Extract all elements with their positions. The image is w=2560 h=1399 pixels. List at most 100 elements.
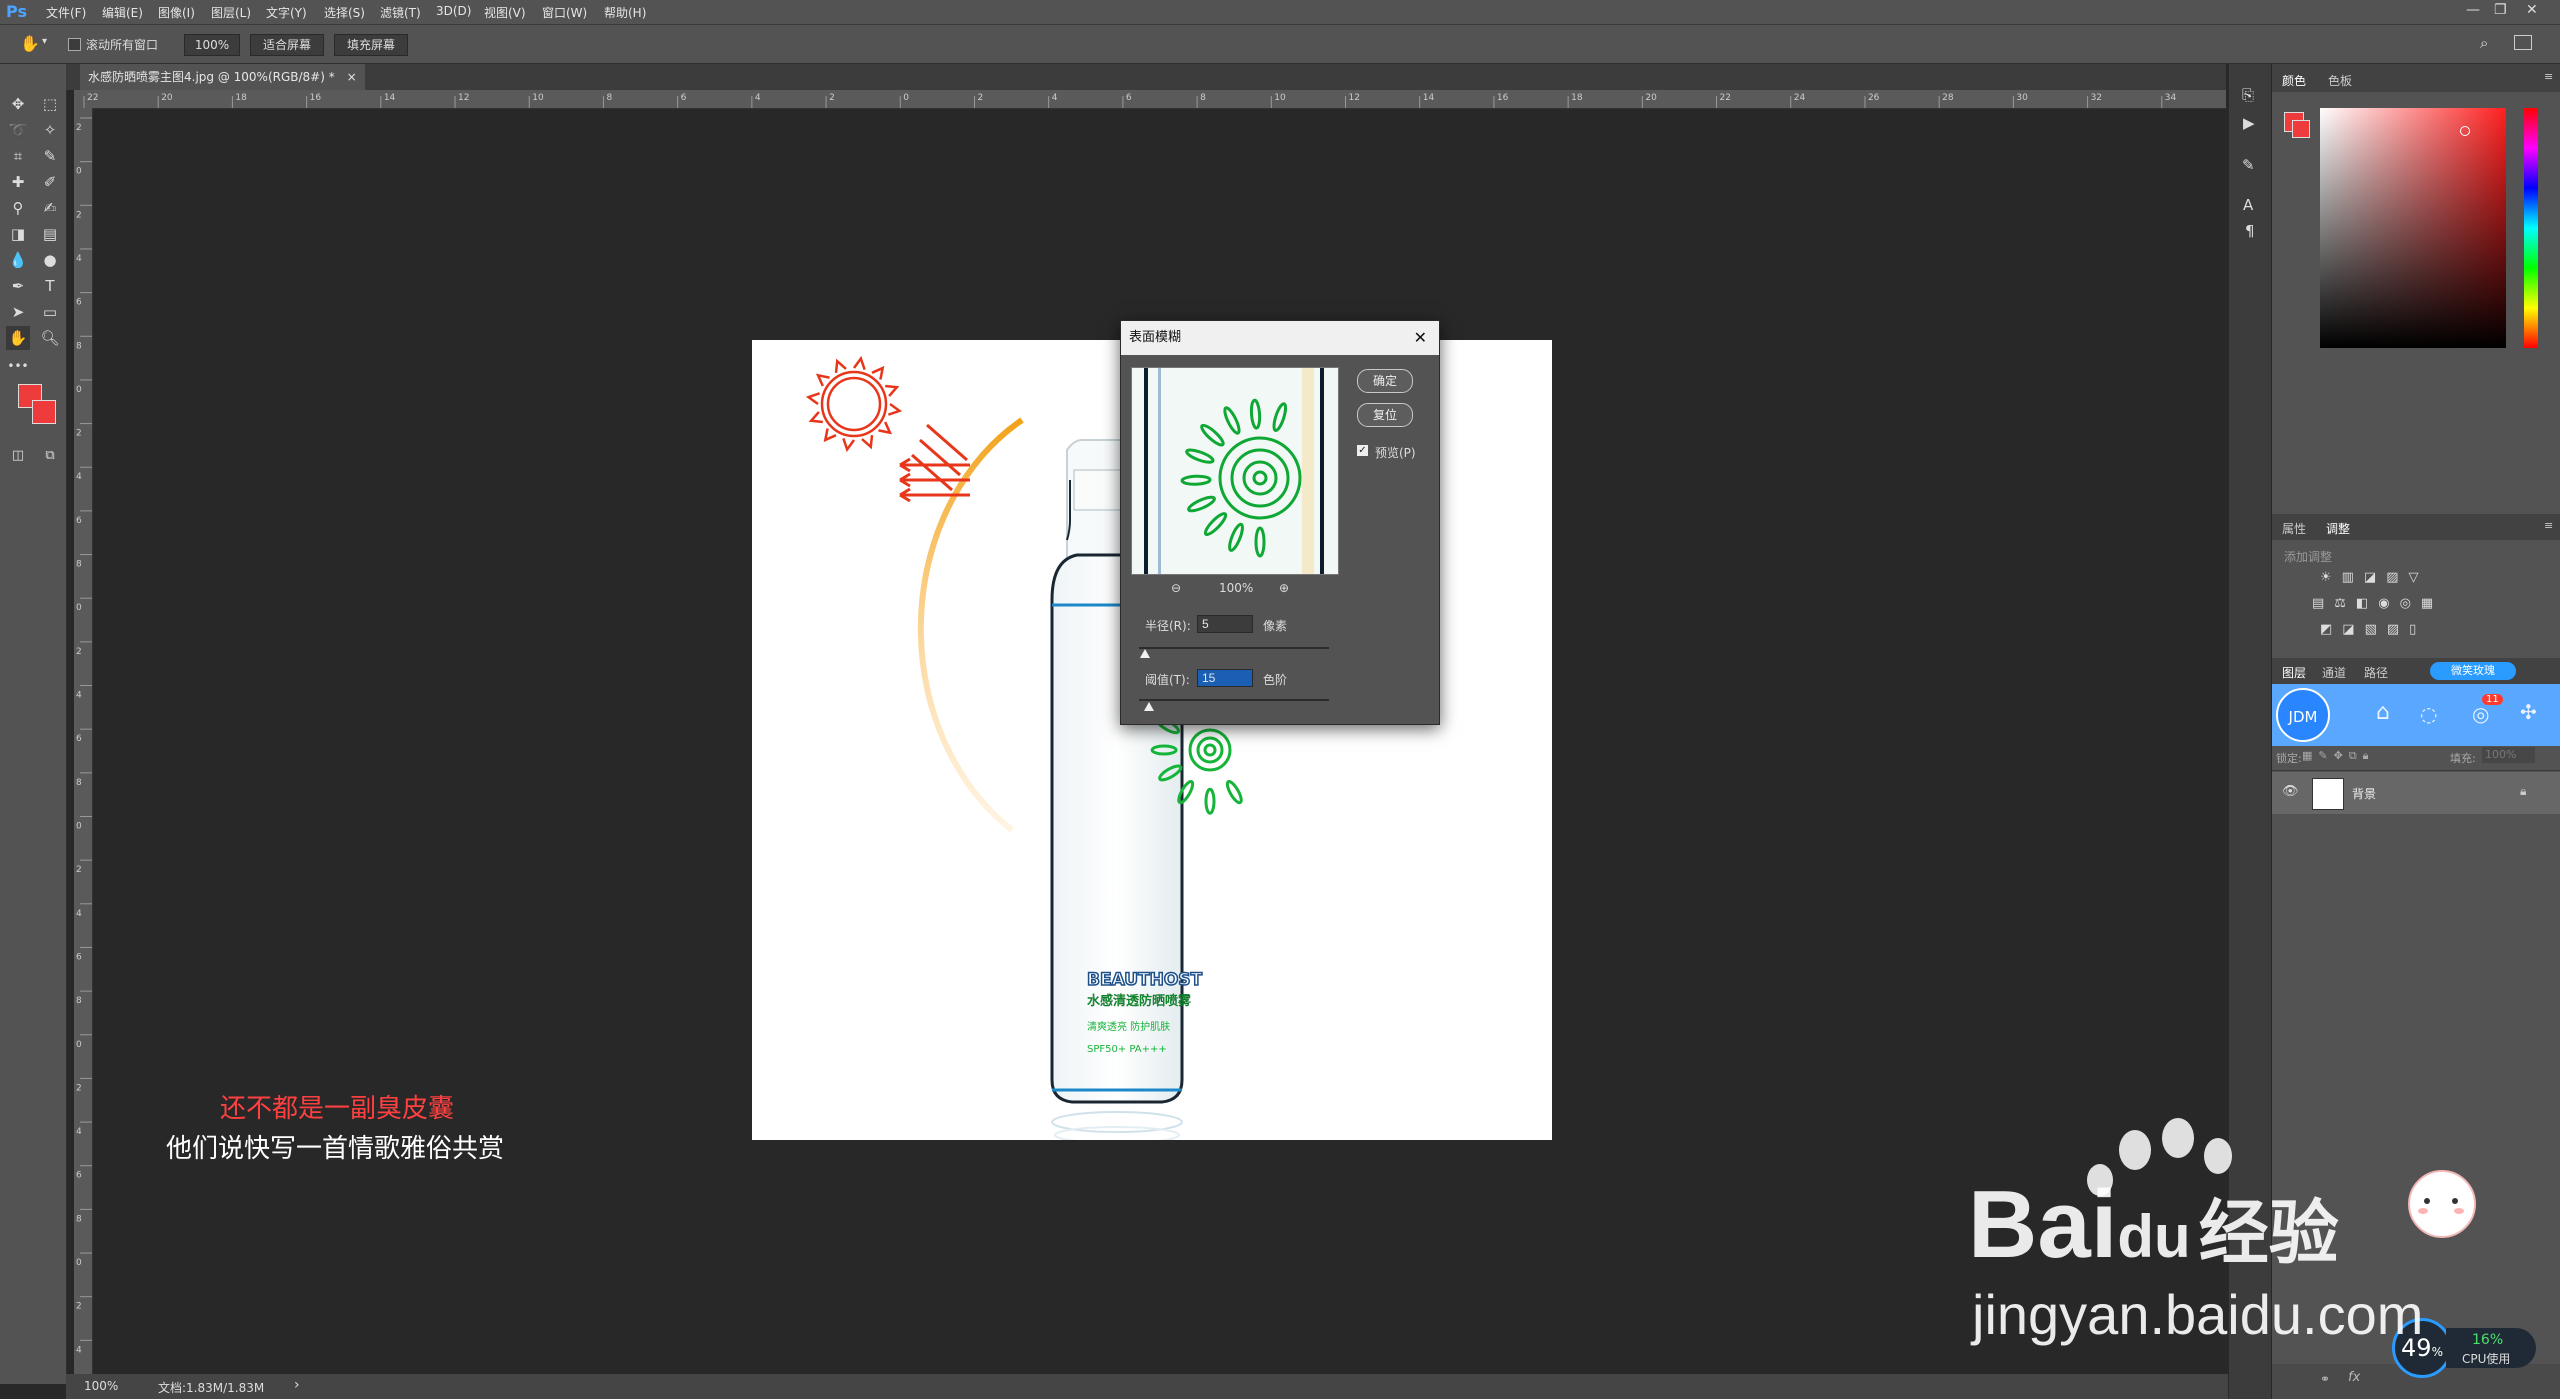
paragraph-panel-icon[interactable]: ¶	[2245, 222, 2255, 240]
scroll-all-label: 滚动所有窗口	[86, 38, 159, 52]
minimize-button[interactable]: —	[2466, 2, 2480, 18]
layer-row-background[interactable]: 👁︎ 背景 🔒︎	[2272, 772, 2560, 814]
eyedropper-tool-icon[interactable]: ✎	[38, 144, 62, 168]
home-icon[interactable]: ⌂	[2376, 700, 2390, 725]
eraser-tool-icon[interactable]: ◨	[6, 222, 30, 246]
tab-channels[interactable]: 通道	[2322, 664, 2346, 681]
crop-tool-icon[interactable]: ⌗	[6, 144, 30, 168]
tab-swatches[interactable]: 色板	[2328, 72, 2352, 89]
zoom-out-icon[interactable]: ⊖	[1171, 581, 1181, 595]
color-picker-handle[interactable]	[2460, 126, 2470, 136]
background-color-swatch[interactable]	[32, 400, 56, 424]
shape-tool-icon[interactable]: ▭	[38, 300, 62, 324]
notification-icon[interactable]: ◎	[2472, 702, 2489, 726]
puzzle-icon[interactable]: ✣	[2520, 700, 2537, 724]
document-tab[interactable]: 水感防晒喷雾主图4.jpg @ 100%(RGB/8#) * ×	[80, 64, 365, 90]
tab-paths[interactable]: 路径	[2364, 664, 2388, 681]
stamp-tool-icon[interactable]: ⚲	[6, 196, 30, 220]
close-window-button[interactable]: ✕	[2526, 2, 2538, 18]
marquee-tool-icon[interactable]: ⬚	[38, 92, 62, 116]
brush-preset-icon[interactable]: ✎	[2242, 156, 2255, 174]
jdm-avatar[interactable]: JDM	[2276, 688, 2330, 742]
gradient-tool-icon[interactable]: ▤	[38, 222, 62, 246]
threshold-slider-handle[interactable]	[1143, 702, 1154, 711]
hand-tool-active-icon[interactable]: ✋	[6, 326, 30, 350]
adjustment-icons-row-1[interactable]: ☀▥◪▨▽	[2320, 570, 2429, 585]
threshold-input[interactable]	[1197, 669, 1253, 687]
dodge-tool-icon[interactable]: ●	[38, 248, 62, 272]
tab-properties[interactable]: 属性	[2282, 520, 2306, 537]
zoom-100-button[interactable]: 100%	[184, 34, 240, 56]
search-icon[interactable]: ⌕	[2480, 34, 2488, 52]
restore-button[interactable]: ❐	[2494, 2, 2507, 18]
radius-slider-track[interactable]	[1139, 647, 1329, 649]
plugin-button[interactable]: 微笑玫瑰	[2430, 662, 2516, 680]
type-tool-icon[interactable]: T	[38, 274, 62, 298]
zoom-tool-icon[interactable]: 🔍︎	[38, 326, 62, 350]
layer-visibility-eye-icon[interactable]: 👁︎	[2282, 784, 2299, 799]
dialog-preview-pane[interactable]	[1131, 367, 1339, 575]
chat-icon[interactable]: ◌	[2420, 702, 2437, 726]
menu-type[interactable]: 文字(Y)	[266, 4, 307, 21]
adjustment-icons-row-3[interactable]: ◩◪▧▨▯	[2320, 622, 2426, 637]
preview-checkbox[interactable]: ✓	[1357, 445, 1368, 456]
zoom-in-icon[interactable]: ⊕	[1279, 581, 1289, 595]
actions-panel-icon[interactable]: ▶	[2243, 114, 2255, 132]
color-field[interactable]	[2320, 108, 2506, 348]
color-panel-background-swatch[interactable]	[2292, 120, 2310, 138]
fit-screen-button[interactable]: 适合屏幕	[250, 34, 324, 56]
menu-window[interactable]: 窗口(W)	[542, 4, 587, 21]
move-tool-icon[interactable]: ✥	[6, 92, 30, 116]
threshold-slider-track[interactable]	[1139, 699, 1329, 701]
status-zoom[interactable]: 100%	[84, 1379, 118, 1393]
memory-gauge[interactable]: 49%	[2392, 1318, 2452, 1378]
workspace-icon[interactable]	[2514, 35, 2532, 50]
menu-layer[interactable]: 图层(L)	[211, 4, 251, 21]
blur-tool-icon[interactable]: 💧	[6, 248, 30, 272]
ok-button[interactable]: 确定	[1357, 369, 1413, 393]
status-menu-arrow[interactable]: ›	[294, 1377, 300, 1393]
menu-image[interactable]: 图像(I)	[158, 4, 195, 21]
status-bar: 100% 文档:1.83M/1.83M ›	[66, 1374, 2260, 1399]
menu-filter[interactable]: 滤镜(T)	[380, 4, 421, 21]
radius-input[interactable]	[1197, 615, 1253, 633]
tab-color[interactable]: 颜色	[2282, 72, 2306, 89]
fill-screen-button[interactable]: 填充屏幕	[334, 34, 408, 56]
menu-select[interactable]: 选择(S)	[324, 4, 365, 21]
close-tab-icon[interactable]: ×	[347, 70, 357, 84]
menu-file[interactable]: 文件(F)	[46, 4, 86, 21]
scroll-all-checkbox[interactable]	[68, 38, 81, 51]
color-panel-menu-icon[interactable]: ≡	[2544, 70, 2553, 83]
quick-mask-icon[interactable]: ◫	[6, 444, 30, 468]
fill-value[interactable]: 100%	[2482, 747, 2535, 763]
layer-name[interactable]: 背景	[2352, 785, 2376, 802]
lock-icons[interactable]: ▦✎✥⧉🔒︎	[2302, 749, 2375, 763]
tab-adjustments[interactable]: 调整	[2326, 520, 2350, 537]
tool-preset-chevron-icon[interactable]: ▾	[42, 36, 47, 47]
menu-3d[interactable]: 3D(D)	[436, 4, 471, 18]
character-panel-icon[interactable]: A	[2243, 196, 2253, 214]
link-layers-icon[interactable]: ⚭	[2320, 1372, 2330, 1386]
more-tools-icon[interactable]: •••	[6, 354, 30, 378]
menu-edit[interactable]: 编辑(E)	[102, 4, 143, 21]
ruler-v-label: 6	[76, 952, 82, 962]
history-panel-icon[interactable]: ⎘	[2242, 86, 2254, 104]
hue-slider[interactable]	[2524, 108, 2538, 348]
screen-mode-icon[interactable]: ⧉	[38, 444, 62, 468]
reset-button[interactable]: 复位	[1357, 403, 1413, 427]
healing-tool-icon[interactable]: ✚	[6, 170, 30, 194]
menu-help[interactable]: 帮助(H)	[604, 4, 646, 21]
dialog-close-icon[interactable]: ✕	[1414, 321, 1427, 355]
adjustment-icons-row-2[interactable]: ▤⚖◧◉◎▦	[2312, 596, 2443, 611]
magic-wand-tool-icon[interactable]: ✧	[38, 118, 62, 142]
adjust-panel-menu-icon[interactable]: ≡	[2544, 519, 2553, 532]
tab-layers[interactable]: 图层	[2282, 664, 2306, 681]
path-select-tool-icon[interactable]: ➤	[6, 300, 30, 324]
menu-view[interactable]: 视图(V)	[484, 4, 526, 21]
pen-tool-icon[interactable]: ✒	[6, 274, 30, 298]
brush-tool-icon[interactable]: ✐	[38, 170, 62, 194]
radius-slider-handle[interactable]	[1139, 649, 1150, 658]
lasso-tool-icon[interactable]: ➰	[6, 118, 30, 142]
history-brush-tool-icon[interactable]: ✍	[38, 196, 62, 220]
fx-icon[interactable]: fx	[2348, 1370, 2360, 1385]
